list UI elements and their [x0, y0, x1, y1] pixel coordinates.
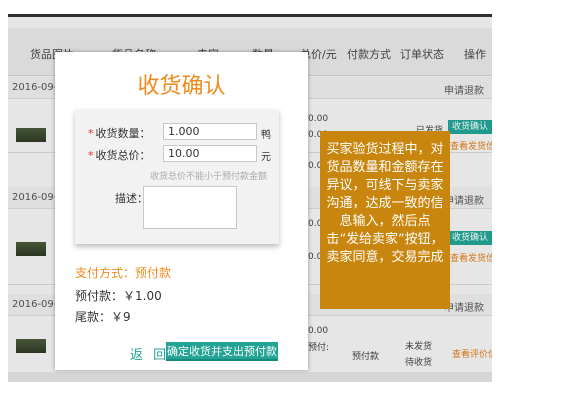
- required-star: *: [88, 149, 94, 162]
- confirm-receipt-pay-button[interactable]: 确定收货并支出预付款: [166, 342, 278, 361]
- total-label-text: 收货总价：: [95, 149, 151, 162]
- balance-amount: 尾款：￥9: [75, 310, 131, 324]
- payment-type: 支付方式：预付款: [75, 266, 172, 280]
- total-label: * 收货总价：: [88, 147, 151, 163]
- dialog-title: 收货确认: [137, 74, 226, 99]
- instruction-callout: 买家验货过程中，对货品数量和金额存在异议，可线下与卖家沟通，达成一致的信息输入，…: [320, 131, 450, 309]
- required-star: *: [88, 127, 94, 140]
- back-button[interactable]: 返 回: [130, 344, 169, 363]
- quantity-unit: 鸭: [261, 130, 271, 141]
- total-unit: 元: [261, 152, 271, 163]
- quantity-label-text: 收货数量：: [95, 127, 151, 140]
- receipt-confirm-dialog: 收货确认 * 收货数量： 1.000 鸭 * 收货总价： 10.00 元 收货总价不…: [55, 52, 308, 370]
- total-price-input[interactable]: 10.00: [163, 145, 257, 162]
- form-panel: * 收货数量： 1.000 鸭 * 收货总价： 10.00 元 收货总价不能小于预付…: [75, 109, 279, 244]
- total-hint: 收货总价不能小于预付款金额: [150, 172, 268, 182]
- quantity-label: * 收货数量：: [88, 125, 151, 141]
- prepay-amount: 预付款：￥1.00: [75, 289, 162, 303]
- description-textarea[interactable]: [143, 186, 237, 229]
- quantity-input[interactable]: 1.000: [163, 123, 257, 140]
